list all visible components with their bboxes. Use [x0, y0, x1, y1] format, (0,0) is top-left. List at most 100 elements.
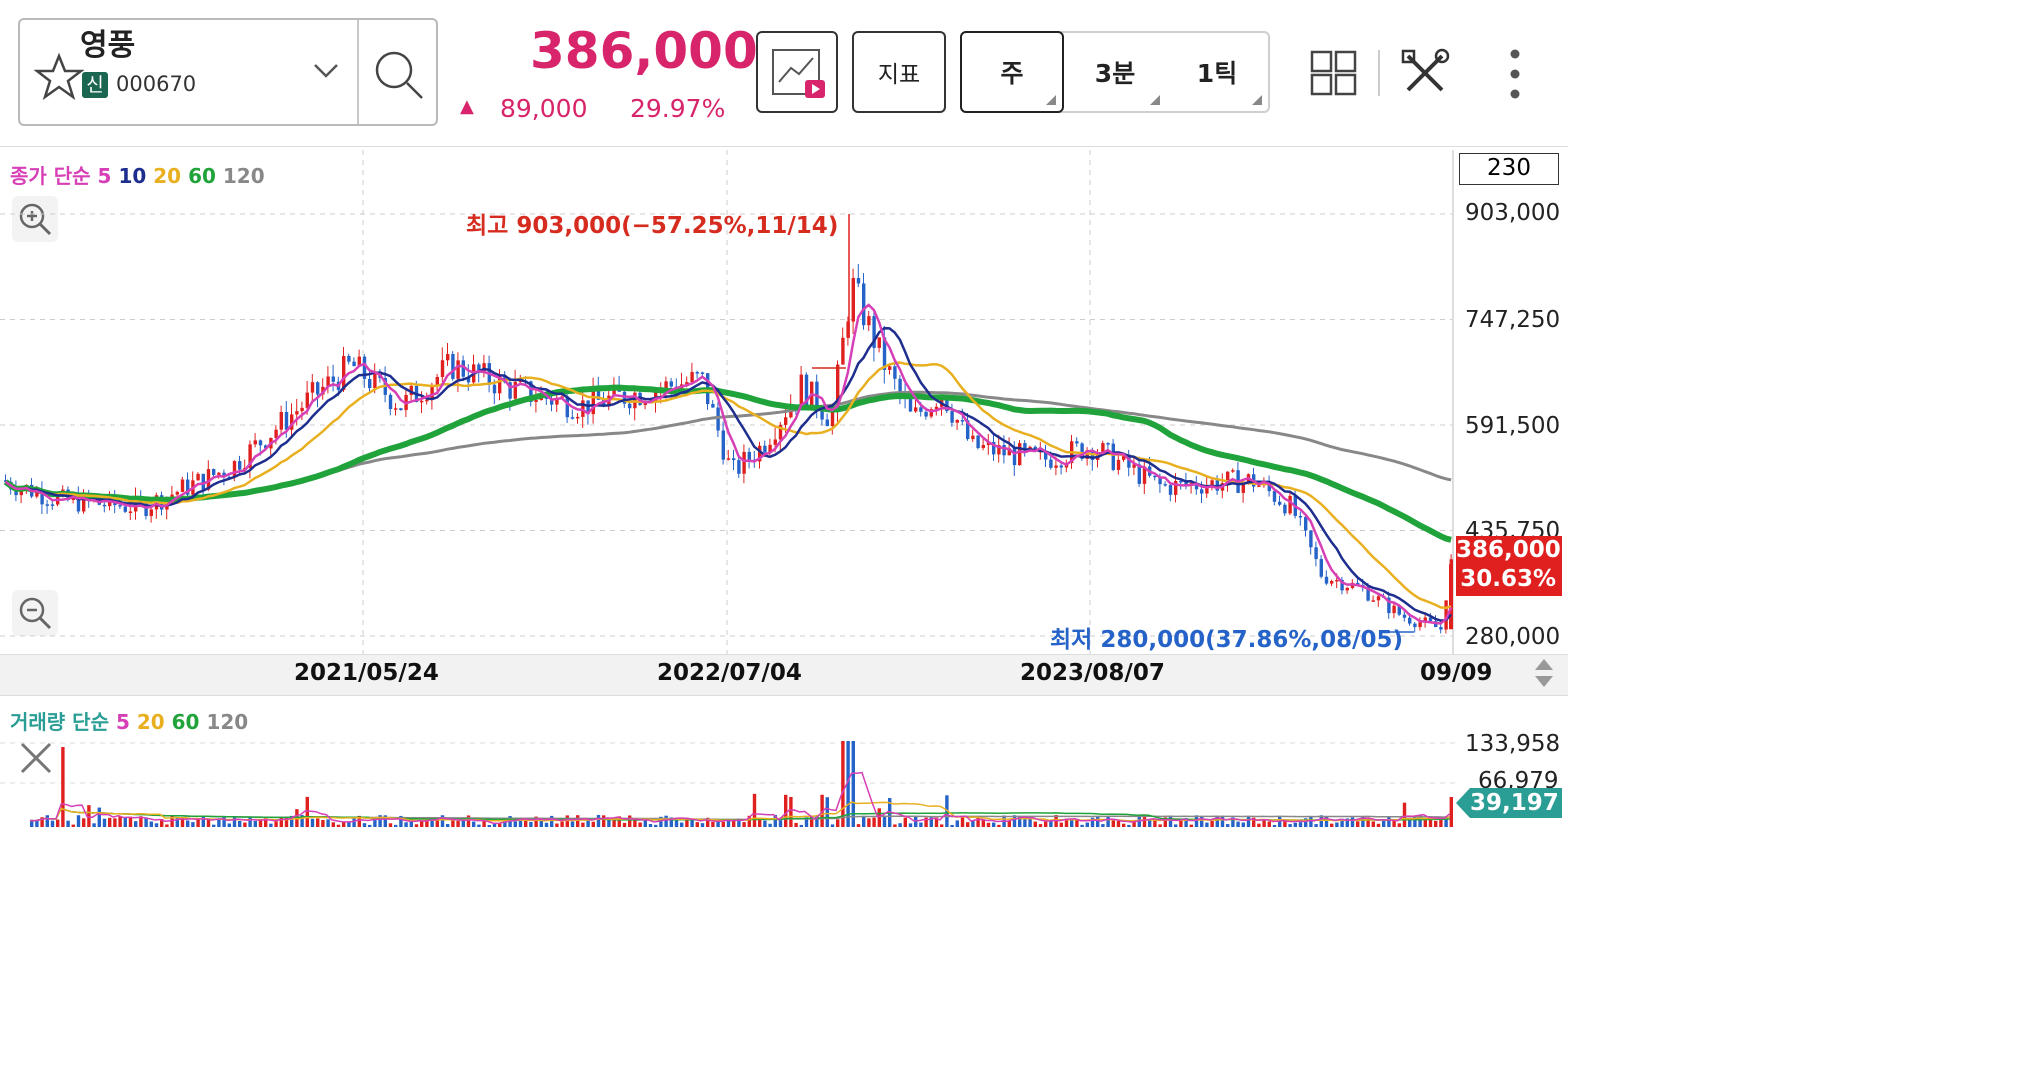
volume-bar: [1033, 821, 1037, 827]
volume-bar: [1111, 820, 1115, 827]
candle-body: [1257, 485, 1261, 487]
volume-bar: [1085, 822, 1089, 827]
volume-bar: [492, 823, 497, 827]
header-divider: [0, 146, 1568, 147]
up-arrow-icon: ▲: [460, 96, 474, 117]
volume-bar: [654, 824, 658, 827]
y-tick-label: 903,000: [1465, 200, 1561, 226]
volume-bar: [310, 818, 315, 827]
volume-bar: [134, 821, 138, 827]
volume-bar: [841, 741, 845, 827]
volume-bar: [1142, 817, 1147, 827]
volume-bar: [212, 824, 216, 827]
candle-body: [1319, 559, 1323, 577]
candle-body: [1309, 530, 1313, 548]
volume-bar: [1298, 822, 1303, 827]
candle-body: [1324, 576, 1329, 584]
period-weekly[interactable]: 주: [960, 31, 1064, 113]
ma60-line: [3, 384, 1452, 543]
toolbar-divider: [1378, 50, 1380, 96]
volume-bar: [30, 820, 34, 827]
y-tick-label: 591,500: [1465, 413, 1561, 439]
volume-bar: [1106, 816, 1110, 827]
candle-body: [388, 394, 393, 410]
volume-bar: [440, 815, 445, 827]
candle-body: [1298, 515, 1303, 518]
candle-body: [118, 505, 122, 507]
candle-body: [888, 366, 892, 370]
favorite-star-icon[interactable]: [34, 52, 84, 102]
ma10-line: [4, 326, 1453, 622]
more-menu-icon[interactable]: [1505, 48, 1525, 100]
candle-body: [175, 491, 179, 495]
volume-bar: [1158, 824, 1162, 827]
stock-box-divider: [357, 20, 359, 124]
volume-bar: [1262, 819, 1266, 827]
indicator-button[interactable]: 지표: [852, 31, 946, 113]
axis-scroll-arrows-icon[interactable]: [1532, 656, 1556, 690]
candle-body: [690, 372, 694, 383]
volume-bar: [565, 815, 569, 827]
volume-bar: [1059, 822, 1063, 827]
volume-bar: [768, 823, 772, 827]
volume-bar: [1387, 816, 1391, 827]
volume-tag-pointer: [1456, 788, 1470, 818]
volume-bar: [1423, 819, 1427, 827]
volume-bar: [638, 822, 642, 827]
volume-bar: [695, 822, 699, 827]
period-3min-label: 3분: [1094, 59, 1136, 88]
volume-bar: [394, 824, 398, 827]
vol-y-tick-label: 133,958: [1465, 731, 1561, 757]
min-annotation: 최저 280,000(37.86%,08/05): [1050, 627, 1404, 653]
candle-body: [1335, 579, 1339, 582]
candle-body: [1402, 614, 1407, 618]
volume-bar: [71, 824, 75, 827]
chart-video-button[interactable]: [756, 31, 838, 113]
volume-bar: [35, 820, 39, 827]
volume-bar: [1272, 824, 1277, 827]
current-pct-tag-value: 30.63%: [1460, 566, 1556, 592]
period-3min[interactable]: 3분: [1064, 33, 1166, 111]
volume-bar: [1449, 797, 1453, 827]
candle-body: [1106, 443, 1110, 445]
candle-body: [695, 372, 699, 374]
volume-bar: [446, 824, 450, 827]
price-change-pct: 29.97%: [630, 94, 726, 123]
volume-bar: [451, 820, 455, 827]
volume-bar: [1397, 823, 1401, 827]
volume-bar: [1148, 820, 1152, 827]
candle-body: [867, 316, 871, 326]
candle-body: [784, 417, 788, 425]
candle-body: [232, 461, 237, 477]
x-tick-label: 2023/08/07: [1020, 660, 1165, 686]
candle-body: [851, 278, 855, 322]
candle-body: [196, 473, 200, 481]
volume-bar: [92, 823, 96, 827]
candle-body: [1012, 448, 1017, 466]
x-tick-label: 2021/05/24: [294, 660, 439, 686]
tools-icon[interactable]: [1400, 48, 1450, 98]
volume-chart[interactable]: [0, 735, 1460, 829]
volume-bar: [144, 817, 148, 827]
candle-body: [1413, 623, 1417, 628]
volume-bar: [123, 816, 127, 827]
candle-body: [217, 472, 221, 475]
grid-layout-icon[interactable]: [1310, 50, 1358, 96]
volume-bar: [997, 824, 1001, 827]
candle-body: [1163, 484, 1167, 486]
volume-bar: [596, 815, 601, 827]
candle-body: [716, 407, 720, 431]
chevron-down-icon[interactable]: [312, 60, 340, 82]
search-icon[interactable]: [372, 48, 428, 104]
candle-body: [1200, 489, 1204, 494]
candle-body: [253, 440, 257, 445]
current-price-tag-value: 386,000: [1456, 537, 1561, 563]
volume-bar: [191, 822, 195, 827]
volume-bar: [700, 823, 705, 827]
period-1tick[interactable]: 1틱: [1166, 33, 1268, 111]
candle-body: [1345, 587, 1349, 591]
volume-bar: [513, 821, 517, 827]
volume-bar: [186, 820, 190, 827]
candle-body: [1059, 465, 1063, 468]
volume-bar: [903, 817, 907, 827]
